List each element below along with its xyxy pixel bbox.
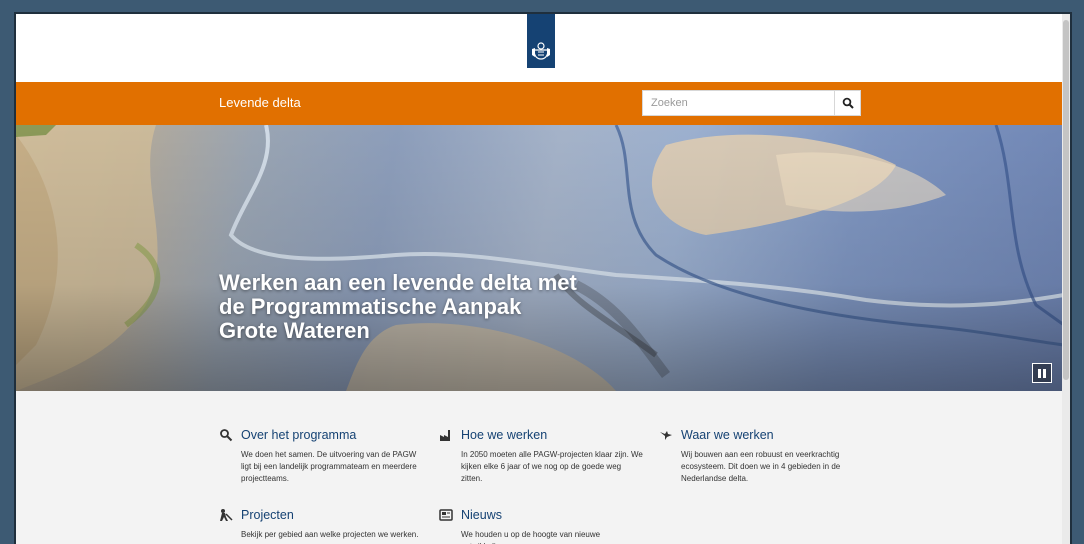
card-title-link[interactable]: Over het programma	[241, 428, 356, 442]
worker-icon	[219, 508, 235, 522]
card-description: Bekijk per gebied aan welke projecten we…	[241, 530, 419, 539]
card-title-link[interactable]: Waar we werken	[681, 428, 774, 442]
hero-image	[16, 125, 1064, 391]
nav-bar: Levende delta	[16, 82, 1064, 125]
news-icon	[439, 508, 455, 522]
card-description: We doen het samen. De uitvoering van de …	[241, 450, 417, 483]
hero-title-line: de Programmatische Aanpak	[219, 294, 522, 319]
card-title-link[interactable]: Hoe we werken	[461, 428, 547, 442]
card-description: We houden u op de hoogte van nieuwe ontw…	[461, 530, 601, 544]
top-header	[16, 14, 1064, 82]
search-button[interactable]	[834, 91, 860, 115]
search-icon	[842, 97, 854, 109]
magnifier-icon	[219, 428, 235, 442]
site-title-link[interactable]: Levende delta	[219, 95, 301, 110]
card-over-het-programma: Over het programma We doen het samen. De…	[219, 427, 424, 485]
pause-icon	[1038, 368, 1041, 378]
hero-banner: Werken aan een levende delta met de Prog…	[16, 125, 1064, 391]
rijksoverheid-logo[interactable]	[527, 14, 555, 68]
card-description: In 2050 moeten alle PAGW-projecten klaar…	[461, 450, 643, 483]
hero-title: Werken aan een levende delta met de Prog…	[219, 271, 639, 343]
factory-icon	[439, 428, 455, 442]
hero-title-line: Grote Wateren	[219, 318, 370, 343]
card-description: Wij bouwen aan een robuust en veerkracht…	[681, 450, 841, 483]
page-scrollbar[interactable]	[1062, 14, 1070, 544]
card-title-link[interactable]: Nieuws	[461, 508, 502, 522]
card-projecten: Projecten Bekijk per gebied aan welke pr…	[219, 507, 424, 541]
bird-icon	[659, 428, 675, 442]
coat-of-arms-icon	[532, 42, 550, 60]
card-nieuws: Nieuws We houden u op de hoogte van nieu…	[439, 507, 644, 544]
card-hoe-we-werken: Hoe we werken In 2050 moeten alle PAGW-p…	[439, 427, 644, 485]
card-waar-we-werken: Waar we werken Wij bouwen aan een robuus…	[659, 427, 864, 485]
browser-viewport: Levende delta Zoeken Werken aan een leve…	[14, 12, 1072, 544]
hero-title-line: Werken aan een levende delta met	[219, 270, 577, 295]
pause-slideshow-button[interactable]	[1032, 363, 1052, 383]
search-input[interactable]	[643, 91, 833, 115]
scrollbar-thumb[interactable]	[1063, 20, 1069, 380]
card-title-link[interactable]: Projecten	[241, 508, 294, 522]
search-box	[642, 90, 861, 116]
